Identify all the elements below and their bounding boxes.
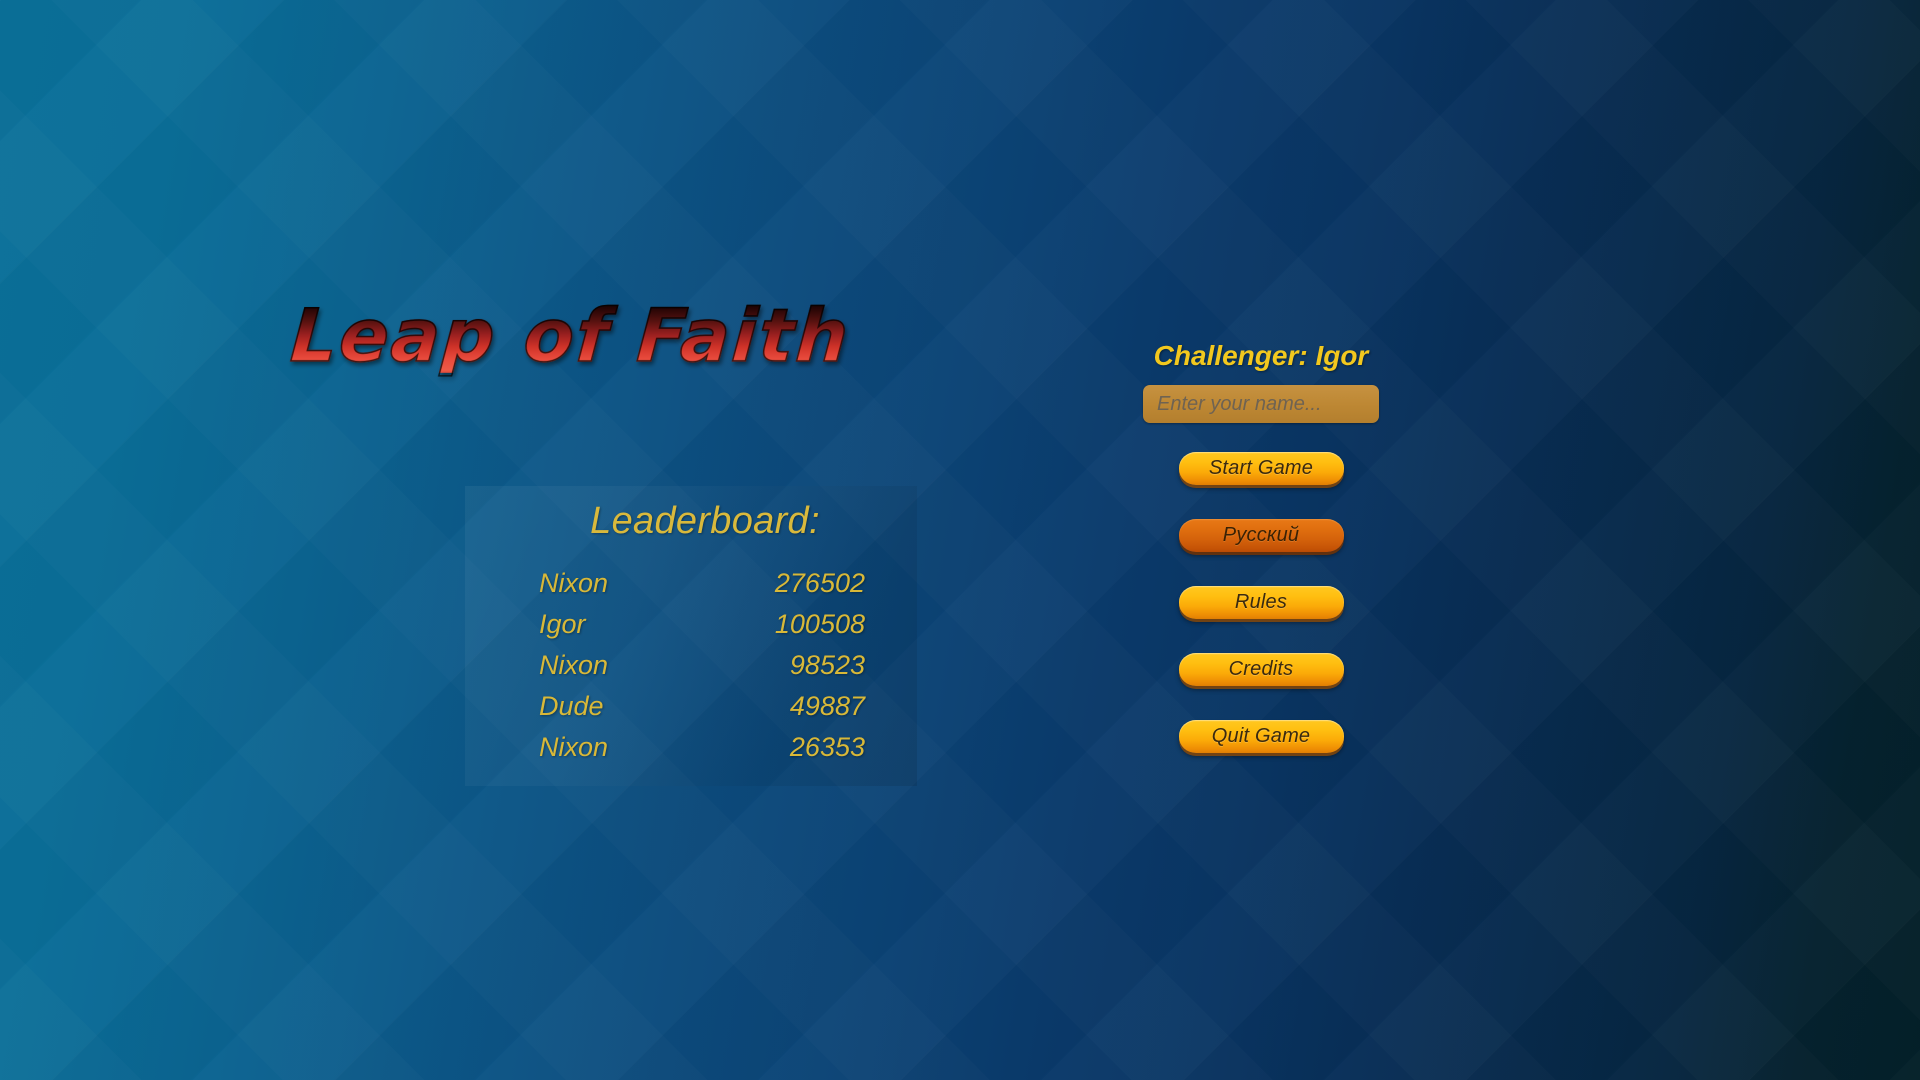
quit-game-button[interactable]: Quit Game (1178, 720, 1344, 753)
leaderboard-player-name: Nixon (539, 732, 609, 762)
leaderboard-player-score: 276502 (774, 568, 865, 598)
leaderboard-player-score: 100508 (774, 609, 865, 639)
leaderboard-row: Nixon 98523 (539, 650, 865, 691)
leaderboard-player-name: Nixon (539, 568, 609, 598)
main-menu-panel: Challenger: Igor Start Game Русский Rule… (1143, 340, 1379, 753)
leaderboard-player-name: Nixon (539, 650, 609, 680)
leaderboard-player-score: 49887 (789, 691, 865, 721)
challenger-label: Challenger: Igor (1153, 340, 1369, 371)
leaderboard-row: Dude 49887 (539, 691, 865, 732)
rules-button[interactable]: Rules (1178, 586, 1344, 619)
leaderboard-player-score: 98523 (789, 650, 865, 680)
leaderboard-panel: Leaderboard: Nixon 276502 Igor 100508 Ni… (465, 486, 917, 786)
leaderboard-row: Igor 100508 (539, 609, 865, 650)
player-name-input[interactable] (1143, 385, 1379, 423)
leaderboard-heading: Leaderboard: (590, 500, 820, 542)
leaderboard-rows: Nixon 276502 Igor 100508 Nixon 98523 Dud… (539, 568, 865, 773)
game-menu-screen: Leap of Faith Leaderboard: Nixon 276502 … (0, 0, 1920, 1080)
leaderboard-player-score: 26353 (789, 732, 865, 762)
menu-button-list: Start Game Русский Rules Credits Quit Ga… (1143, 452, 1379, 753)
credits-button[interactable]: Credits (1178, 653, 1344, 686)
start-game-button[interactable]: Start Game (1178, 452, 1344, 485)
background-chevron-shading (0, 0, 1920, 1080)
leaderboard-player-name: Igor (539, 609, 586, 639)
language-russian-button[interactable]: Русский (1178, 519, 1344, 552)
leaderboard-row: Nixon 276502 (539, 568, 865, 609)
leaderboard-row: Nixon 26353 (539, 732, 865, 773)
leaderboard-player-name: Dude (539, 691, 604, 721)
